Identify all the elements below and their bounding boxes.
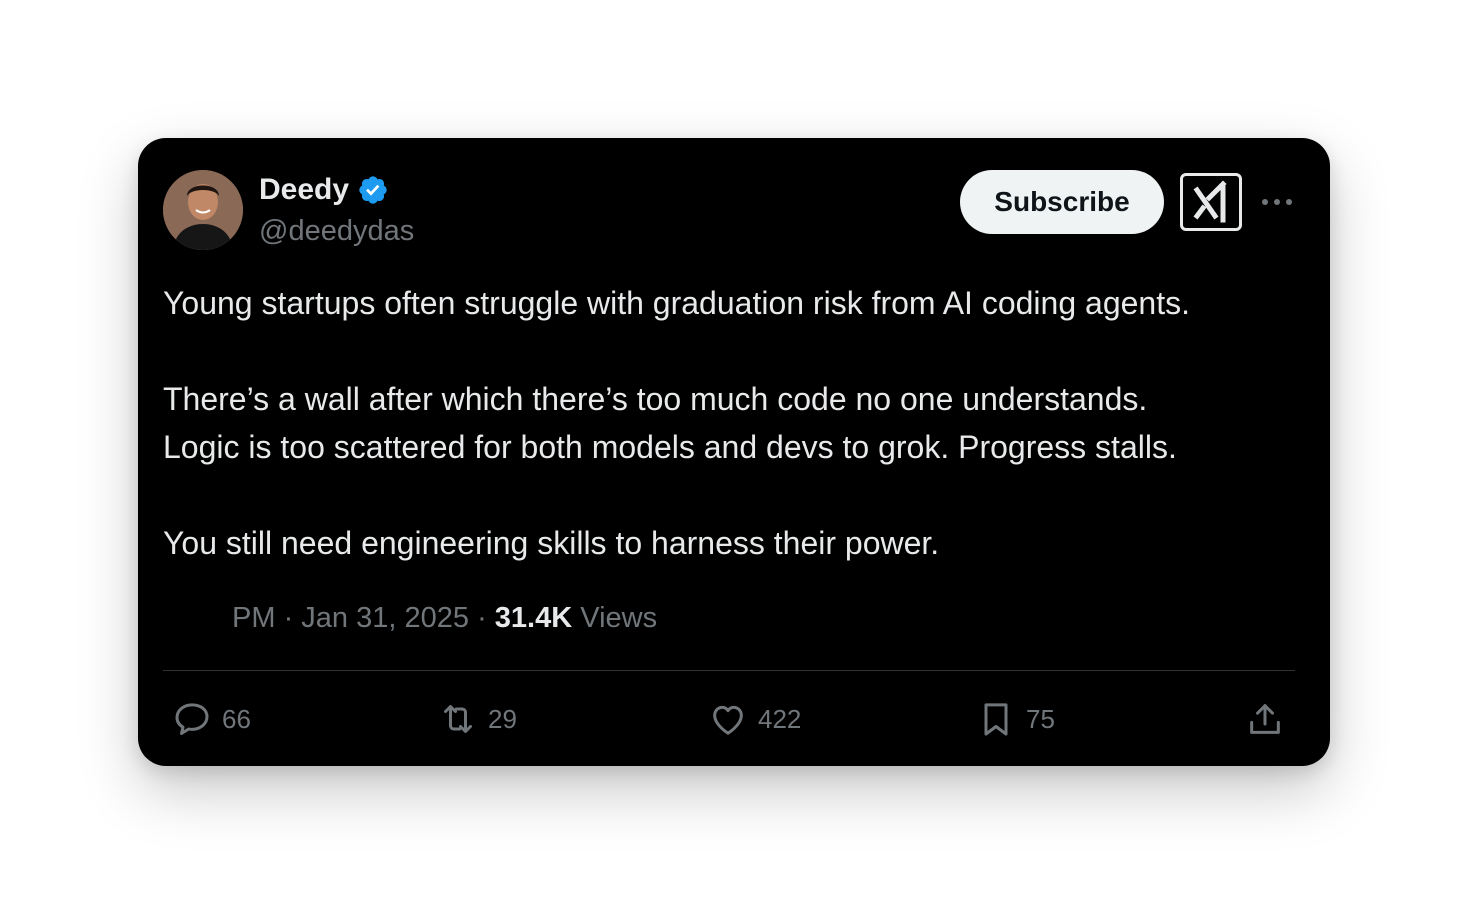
reply-button[interactable]: 66 <box>172 696 251 742</box>
heart-icon <box>713 705 743 735</box>
repost-count: 29 <box>488 703 517 734</box>
repost-button[interactable]: 29 <box>438 696 517 742</box>
tweet-meta: PM · Jan 31, 2025 · 31.4K Views <box>232 598 657 638</box>
tweet-paragraph: You still need engineering skills to har… <box>163 525 940 561</box>
share-button[interactable] <box>1245 696 1285 742</box>
more-icon[interactable] <box>1260 182 1294 222</box>
avatar-image <box>163 170 243 250</box>
tweet-card: Deedy @deedydas Subscribe Young startups… <box>138 138 1330 766</box>
like-button[interactable]: 422 <box>708 696 801 742</box>
author-handle[interactable]: @deedydas <box>259 212 414 250</box>
reply-icon <box>175 703 209 735</box>
repost-icon <box>444 705 472 733</box>
meta-separator: · <box>477 602 487 634</box>
author-name-row[interactable]: Deedy <box>259 170 389 210</box>
divider <box>163 670 1295 671</box>
tweet-time[interactable]: PM <box>232 602 276 634</box>
grok-logo-icon <box>1193 180 1227 223</box>
views-label: Views <box>580 602 658 634</box>
tweet-paragraph: Young startups often struggle with gradu… <box>163 285 1190 321</box>
grok-icon[interactable] <box>1180 173 1242 231</box>
more-dots-icon <box>1262 199 1292 205</box>
like-count: 422 <box>758 703 802 734</box>
author-name[interactable]: Deedy <box>259 170 349 210</box>
bookmark-button[interactable]: 75 <box>976 696 1055 742</box>
verified-badge-icon <box>359 176 387 204</box>
tweet-paragraph: There’s a wall after which there’s too m… <box>163 381 1148 417</box>
avatar[interactable] <box>163 170 243 250</box>
tweet-date[interactable]: Jan 31, 2025 <box>301 602 469 634</box>
meta-separator: · <box>283 602 294 634</box>
bookmark-count: 75 <box>1026 703 1055 734</box>
tweet-paragraph: Logic is too scattered for both models a… <box>163 429 1177 465</box>
reply-count: 66 <box>222 703 251 734</box>
bookmark-icon <box>984 703 1008 736</box>
tweet-text: Young startups often struggle with gradu… <box>163 279 1313 567</box>
subscribe-button[interactable]: Subscribe <box>960 170 1164 234</box>
views-count[interactable]: 31.4K <box>495 602 572 634</box>
share-icon <box>1250 704 1280 734</box>
